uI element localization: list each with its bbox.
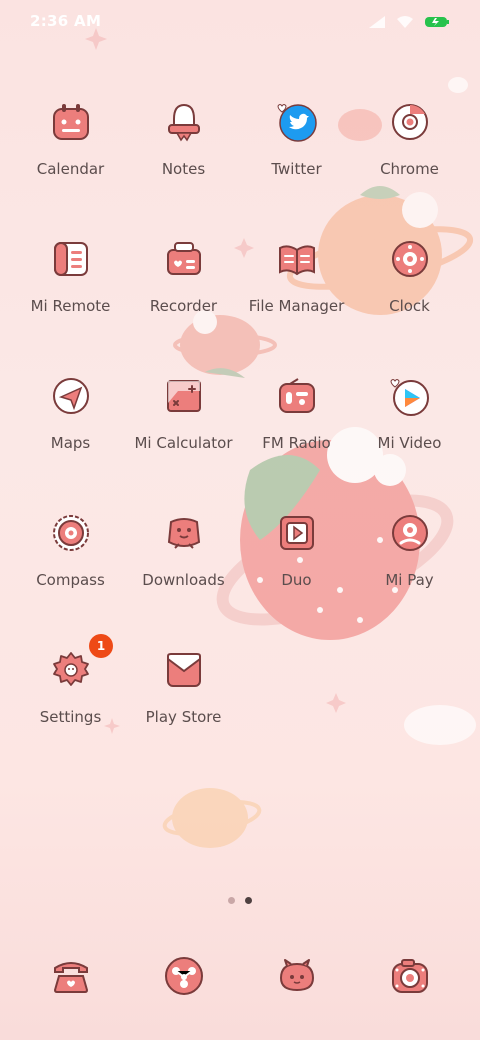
app-label: FM Radio bbox=[262, 434, 331, 452]
app-maps[interactable]: Maps bbox=[14, 362, 127, 499]
downloads-icon bbox=[160, 509, 208, 557]
app-twitter[interactable]: Twitter bbox=[240, 88, 353, 225]
app-label: Recorder bbox=[149, 297, 218, 315]
recorder-icon bbox=[160, 235, 208, 283]
calculator-icon bbox=[160, 372, 208, 420]
page-indicator[interactable] bbox=[0, 897, 480, 904]
app-fm-radio[interactable]: FM Radio bbox=[240, 362, 353, 499]
dock-camera[interactable] bbox=[353, 952, 466, 1008]
video-icon bbox=[386, 372, 434, 420]
app-label: Calendar bbox=[36, 160, 105, 178]
messaging-icon bbox=[273, 952, 321, 1000]
app-label: Mi Remote bbox=[30, 297, 111, 315]
app-label: Play Store bbox=[145, 708, 222, 726]
app-row: Maps Mi Calculator FM Radio Mi Video bbox=[14, 362, 466, 499]
app-label: Mi Calculator bbox=[134, 434, 233, 452]
maps-icon bbox=[47, 372, 95, 420]
page-dot-1[interactable] bbox=[228, 897, 235, 904]
app-mi-calculator[interactable]: Mi Calculator bbox=[127, 362, 240, 499]
twitter-icon bbox=[273, 98, 321, 146]
folder-icon bbox=[273, 235, 321, 283]
dock-share[interactable] bbox=[127, 952, 240, 1008]
app-calendar[interactable]: Calendar bbox=[14, 88, 127, 225]
notification-badge: 1 bbox=[89, 634, 113, 658]
app-grid: Calendar Notes Twitter Chrome Mi Remote … bbox=[14, 88, 466, 773]
radio-icon bbox=[273, 372, 321, 420]
notes-icon bbox=[160, 98, 208, 146]
app-mi-video[interactable]: Mi Video bbox=[353, 362, 466, 499]
app-label: Clock bbox=[389, 297, 430, 315]
app-row: Calendar Notes Twitter Chrome bbox=[14, 88, 466, 225]
compass-icon bbox=[47, 509, 95, 557]
app-notes[interactable]: Notes bbox=[127, 88, 240, 225]
app-file-manager[interactable]: File Manager bbox=[240, 225, 353, 362]
camera-icon bbox=[386, 952, 434, 1000]
dock-phone[interactable] bbox=[14, 952, 127, 1008]
battery-icon bbox=[424, 14, 450, 33]
app-play-store[interactable]: Play Store bbox=[127, 636, 240, 773]
app-mi-pay[interactable]: Mi Pay bbox=[353, 499, 466, 636]
dock-messaging[interactable] bbox=[240, 952, 353, 1008]
app-mi-remote[interactable]: Mi Remote bbox=[14, 225, 127, 362]
playstore-icon bbox=[160, 646, 208, 694]
app-settings[interactable]: Settings 1 bbox=[14, 634, 127, 773]
wifi-icon bbox=[396, 14, 414, 33]
signal-icon bbox=[368, 14, 386, 33]
app-label: Maps bbox=[50, 434, 91, 452]
dock bbox=[14, 952, 466, 1008]
app-label: File Manager bbox=[248, 297, 345, 315]
app-compass[interactable]: Compass bbox=[14, 499, 127, 636]
app-row: Settings 1 Play Store bbox=[14, 634, 466, 773]
remote-icon bbox=[47, 235, 95, 283]
app-clock[interactable]: Clock bbox=[353, 225, 466, 362]
app-label: Downloads bbox=[142, 571, 225, 589]
app-recorder[interactable]: Recorder bbox=[127, 225, 240, 362]
app-label: Notes bbox=[161, 160, 206, 178]
pay-icon bbox=[386, 509, 434, 557]
duo-icon bbox=[273, 509, 321, 557]
calendar-icon bbox=[47, 98, 95, 146]
chrome-icon bbox=[386, 98, 434, 146]
app-row: Compass Downloads Duo Mi Pay bbox=[14, 499, 466, 636]
app-label: Compass bbox=[36, 571, 105, 589]
app-label: Duo bbox=[281, 571, 312, 589]
phone-icon bbox=[47, 952, 95, 1000]
app-label: Twitter bbox=[271, 160, 322, 178]
app-chrome[interactable]: Chrome bbox=[353, 88, 466, 225]
app-label: Mi Video bbox=[377, 434, 442, 452]
app-downloads[interactable]: Downloads bbox=[127, 499, 240, 636]
share-icon bbox=[160, 952, 208, 1000]
app-label: Chrome bbox=[380, 160, 439, 178]
settings-icon bbox=[47, 646, 95, 694]
app-label: Mi Pay bbox=[385, 571, 434, 589]
app-label: Settings bbox=[39, 708, 102, 726]
status-time: 2:36 AM bbox=[30, 12, 102, 30]
status-bar: 2:36 AM bbox=[0, 0, 480, 44]
app-duo[interactable]: Duo bbox=[240, 499, 353, 636]
clock-icon bbox=[386, 235, 434, 283]
page-dot-2-active[interactable] bbox=[245, 897, 252, 904]
app-row: Mi Remote Recorder File Manager Clock bbox=[14, 225, 466, 362]
